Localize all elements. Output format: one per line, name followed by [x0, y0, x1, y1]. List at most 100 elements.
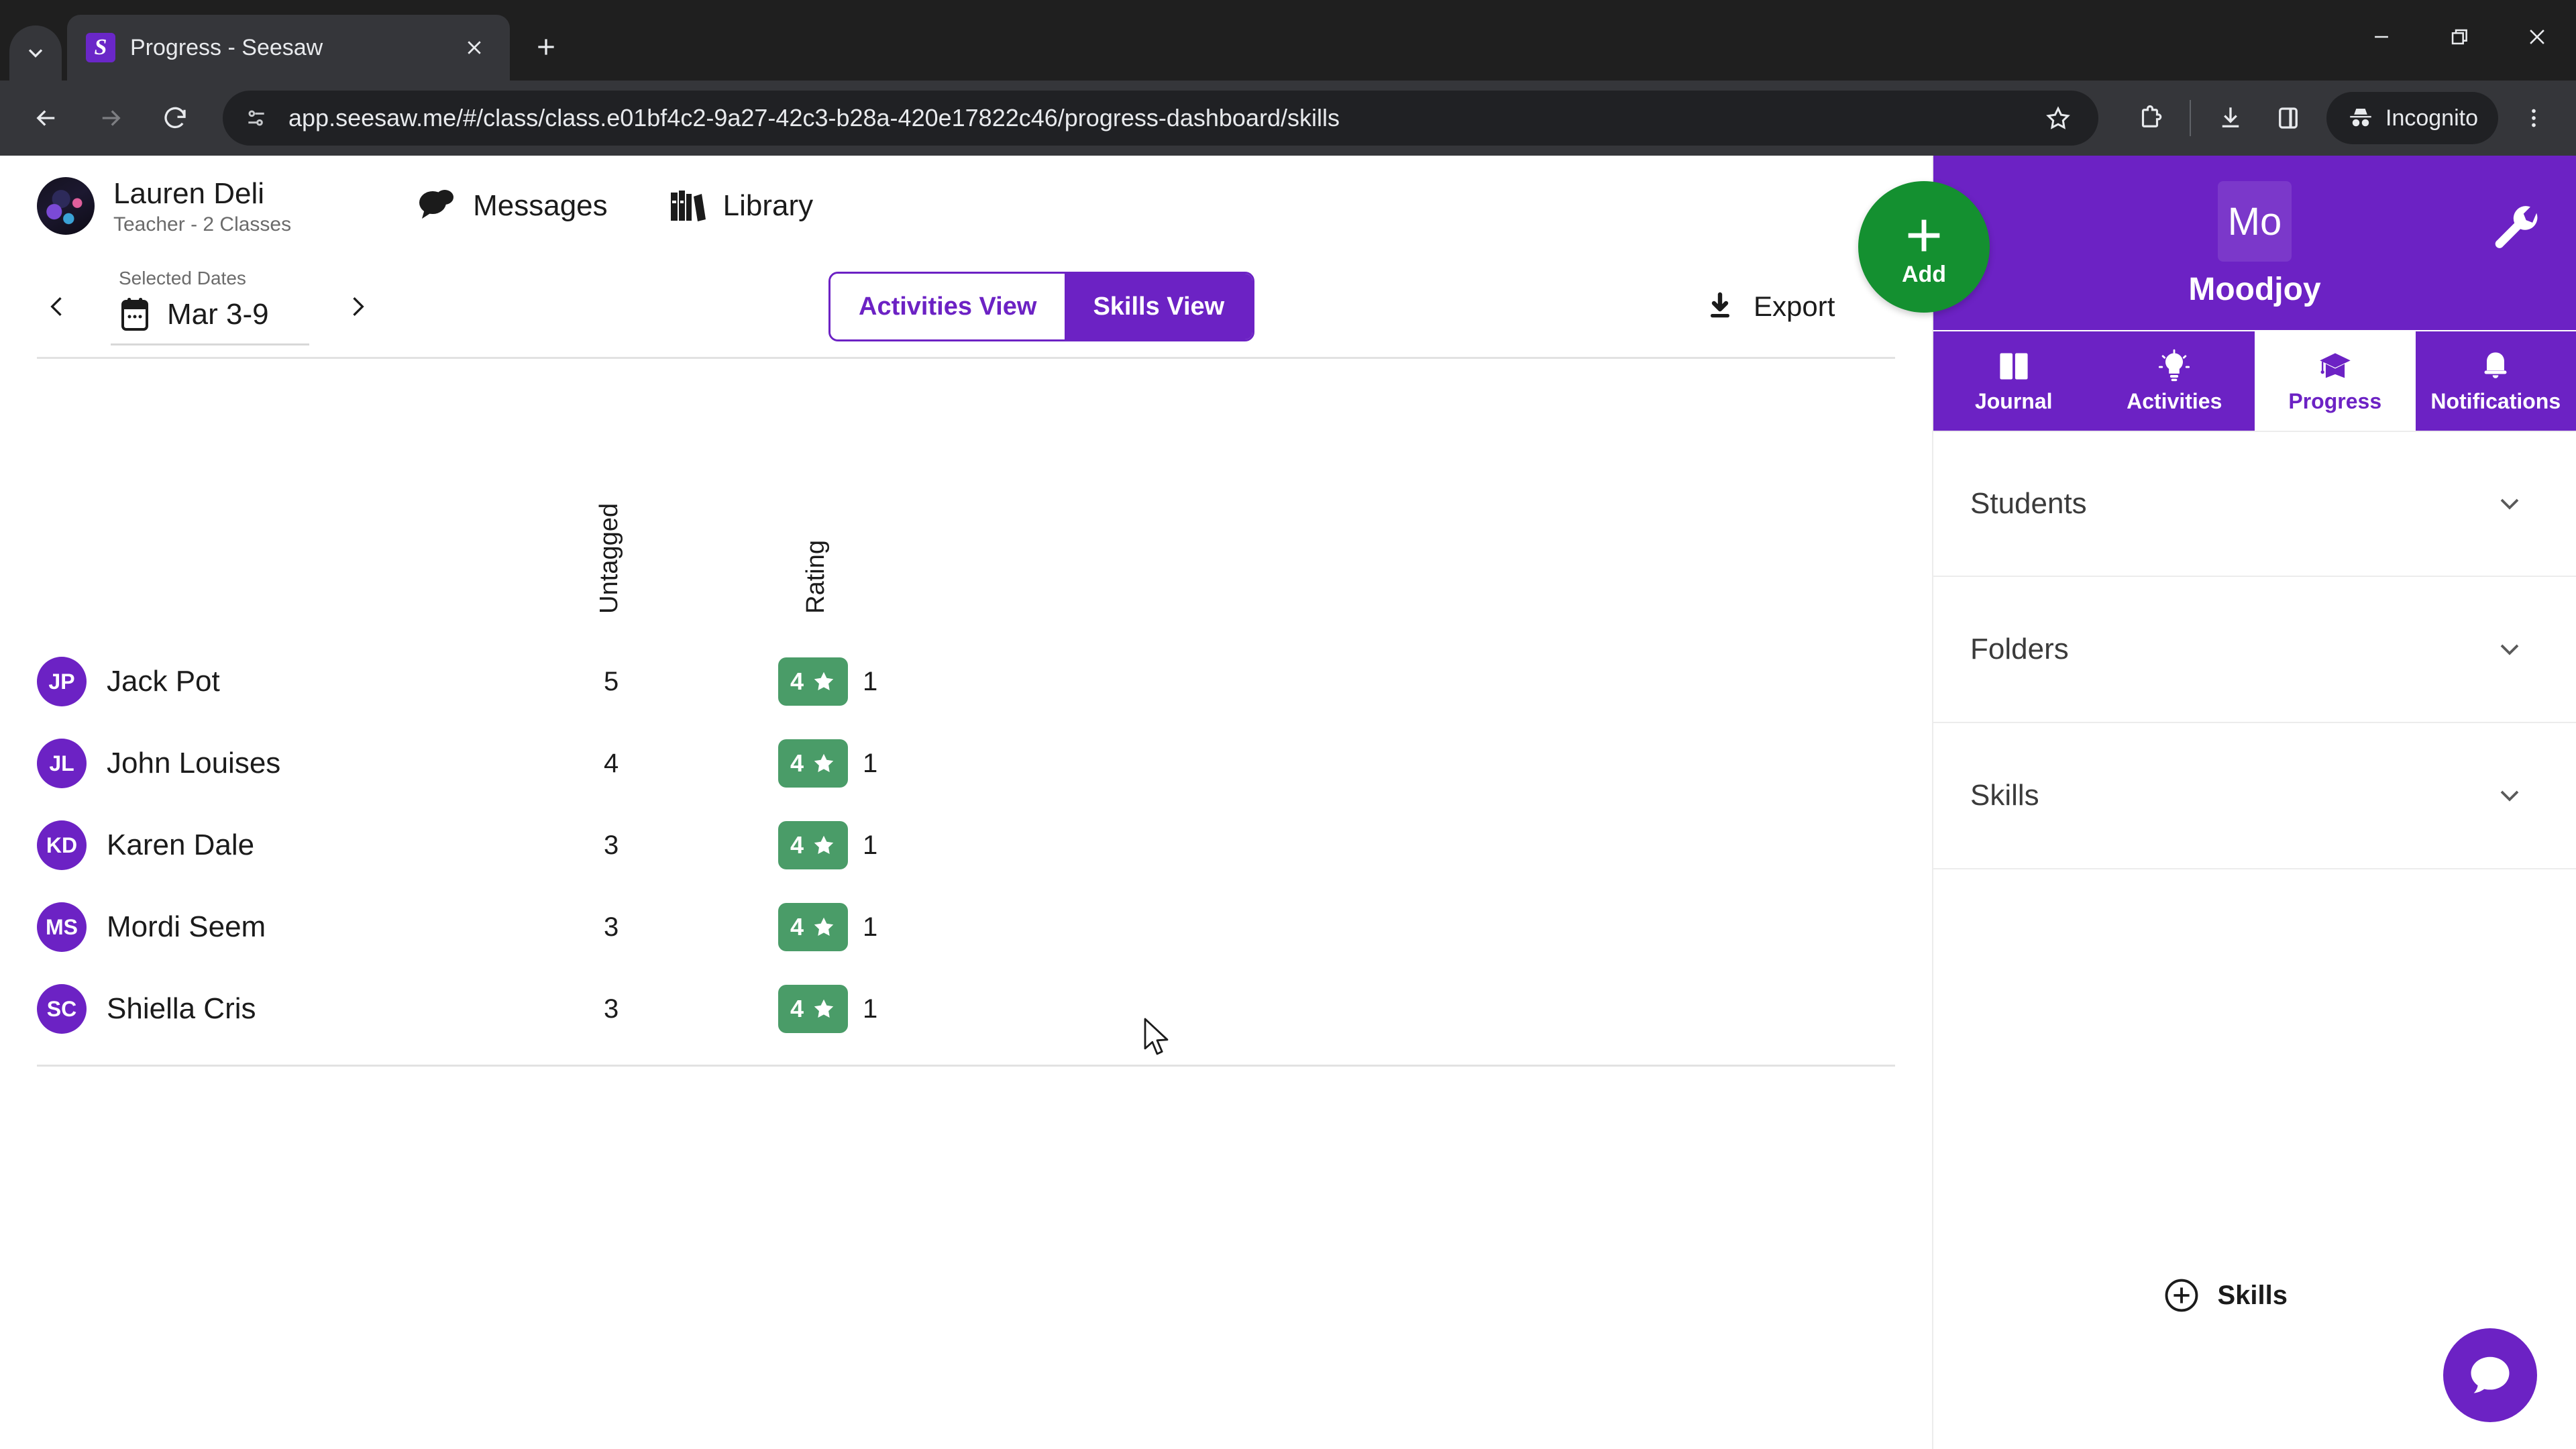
browser-toolbar: app.seesaw.me/#/class/class.e01bf4c2-9a2… — [0, 80, 2576, 156]
rating-count: 1 — [863, 666, 878, 696]
dashboard-controls: Selected Dates Mar 3-9 Activities View S… — [0, 256, 1932, 357]
date-underline — [111, 343, 309, 345]
rating-count: 1 — [863, 912, 878, 942]
reload-icon — [164, 107, 186, 129]
tab-activities-view[interactable]: Activities View — [830, 274, 1065, 339]
profile-chip[interactable]: Incognito — [2326, 92, 2498, 144]
chat-button[interactable] — [2443, 1328, 2537, 1422]
student-cell[interactable]: JL John Louises — [37, 739, 560, 788]
page-body: Lauren Deli Teacher - 2 Classes Messages — [0, 156, 2576, 1449]
student-cell[interactable]: SC Shiella Cris — [37, 984, 560, 1034]
rating-cell: 4 1 — [778, 821, 877, 869]
class-header: + Add Mo Moodjoy — [1858, 156, 2576, 330]
tab-search-button[interactable] — [9, 25, 62, 80]
journal-icon — [2000, 353, 2028, 379]
toolbar-separator — [2190, 100, 2191, 136]
class-settings-button[interactable] — [2491, 204, 2542, 258]
bookmark-button[interactable] — [2037, 97, 2080, 140]
reload-button[interactable] — [146, 89, 204, 147]
wrench-icon — [2495, 206, 2538, 248]
table-row[interactable]: SC Shiella Cris 3 4 1 — [37, 968, 1895, 1050]
sidebar-tabs: Journal Activities Progress Notification… — [1933, 330, 2576, 431]
export-button[interactable]: Export — [1704, 289, 1835, 324]
untagged-count: 3 — [604, 912, 619, 942]
rating-cell: 4 1 — [778, 657, 877, 706]
sidebar-item-journal[interactable]: Journal — [1933, 331, 2094, 431]
close-window-icon — [2530, 30, 2544, 44]
selected-dates-box[interactable]: Selected Dates Mar 3-9 — [92, 268, 309, 345]
side-panel-button[interactable] — [2262, 92, 2314, 144]
bell-icon — [2484, 352, 2507, 378]
rating-value: 4 — [790, 995, 804, 1022]
class-avatar: Mo — [2218, 181, 2292, 262]
site-settings-button[interactable] — [241, 103, 271, 133]
chevron-down-icon — [2500, 498, 2519, 510]
student-initials: MS — [37, 902, 87, 952]
student-name: Karen Dale — [107, 828, 255, 861]
add-skills-button[interactable]: Skills — [2162, 1276, 2288, 1315]
downloads-button[interactable] — [2204, 92, 2257, 144]
sidebar-item-progress[interactable]: Progress — [2255, 331, 2416, 431]
rating-badge: 4 — [778, 657, 849, 706]
lightbulb-icon — [2159, 349, 2190, 381]
teacher-name: Lauren Deli — [113, 176, 265, 210]
back-button[interactable] — [17, 89, 75, 147]
prev-week-button[interactable] — [37, 286, 77, 327]
table-row[interactable]: JL John Louises 4 4 1 — [37, 722, 1895, 804]
close-window-button[interactable] — [2498, 0, 2576, 74]
minimize-button[interactable] — [2343, 0, 2420, 74]
messages-link[interactable]: Messages — [415, 188, 608, 224]
accordion-skills[interactable]: Skills — [1933, 723, 2576, 869]
rating-badge: 4 — [778, 985, 849, 1033]
view-toggle: Activities View Skills View — [828, 272, 1255, 341]
address-bar[interactable]: app.seesaw.me/#/class/class.e01bf4c2-9a2… — [223, 91, 2098, 146]
library-link[interactable]: Library — [668, 187, 813, 225]
url-text: app.seesaw.me/#/class/class.e01bf4c2-9a2… — [288, 104, 1340, 131]
minimize-icon — [2375, 36, 2388, 38]
table-row[interactable]: KD Karen Dale 3 4 1 — [37, 804, 1895, 886]
tab-skills-view[interactable]: Skills View — [1065, 274, 1253, 339]
teacher-profile[interactable]: Lauren Deli Teacher - 2 Classes — [37, 175, 291, 237]
add-button-label: Add — [1901, 262, 1947, 288]
rating-cell: 4 1 — [778, 985, 877, 1033]
teacher-role: Teacher - 2 Classes — [113, 213, 292, 235]
tab-strip: S Progress - Seesaw — [0, 0, 2576, 80]
messages-label: Messages — [473, 189, 608, 222]
extensions-button[interactable] — [2124, 92, 2176, 144]
table-row[interactable]: MS Mordi Seem 3 4 1 — [37, 886, 1895, 968]
star-icon — [814, 835, 834, 855]
table-column-headers: Untagged Rating — [37, 359, 1895, 641]
maximize-button[interactable] — [2420, 0, 2498, 74]
new-tab-button[interactable] — [518, 19, 574, 75]
browser-menu-button[interactable] — [2509, 92, 2559, 144]
rating-count: 1 — [863, 830, 878, 860]
right-sidebar: + Add Mo Moodjoy Journal Activities Prog… — [1858, 156, 2576, 1449]
accordion-students[interactable]: Students — [1933, 431, 2576, 577]
sidebar-accordion: Students Folders Skills — [1933, 431, 2576, 869]
next-week-button[interactable] — [337, 286, 378, 327]
column-header-untagged[interactable]: Untagged — [595, 503, 624, 614]
student-initials: KD — [37, 820, 87, 870]
untagged-count: 4 — [604, 748, 619, 778]
add-button[interactable]: + Add — [1858, 181, 1990, 313]
student-cell[interactable]: MS Mordi Seem — [37, 902, 560, 952]
student-cell[interactable]: JP Jack Pot — [37, 657, 560, 706]
sidebar-item-activities[interactable]: Activities — [2094, 331, 2255, 431]
sidebar-tab-label: Journal — [1974, 388, 2053, 413]
browser-tab[interactable]: S Progress - Seesaw — [67, 15, 510, 80]
student-cell[interactable]: KD Karen Dale — [37, 820, 560, 870]
site-settings-icon — [248, 110, 264, 126]
extensions-icon — [2141, 105, 2162, 127]
column-header-rating[interactable]: Rating — [802, 540, 830, 614]
close-tab-button[interactable] — [458, 31, 491, 64]
plus-icon: + — [1904, 199, 1943, 271]
download-icon — [1711, 292, 1729, 318]
accordion-folders[interactable]: Folders — [1933, 577, 2576, 723]
accordion-label: Students — [1970, 487, 2087, 520]
table-row[interactable]: JP Jack Pot 5 4 1 — [37, 641, 1895, 722]
download-icon — [2222, 107, 2239, 127]
forward-button[interactable] — [82, 89, 140, 147]
sidebar-footer: Skills — [1933, 1167, 2576, 1449]
sidebar-item-notifications[interactable]: Notifications — [2415, 331, 2576, 431]
avatar — [37, 177, 95, 235]
